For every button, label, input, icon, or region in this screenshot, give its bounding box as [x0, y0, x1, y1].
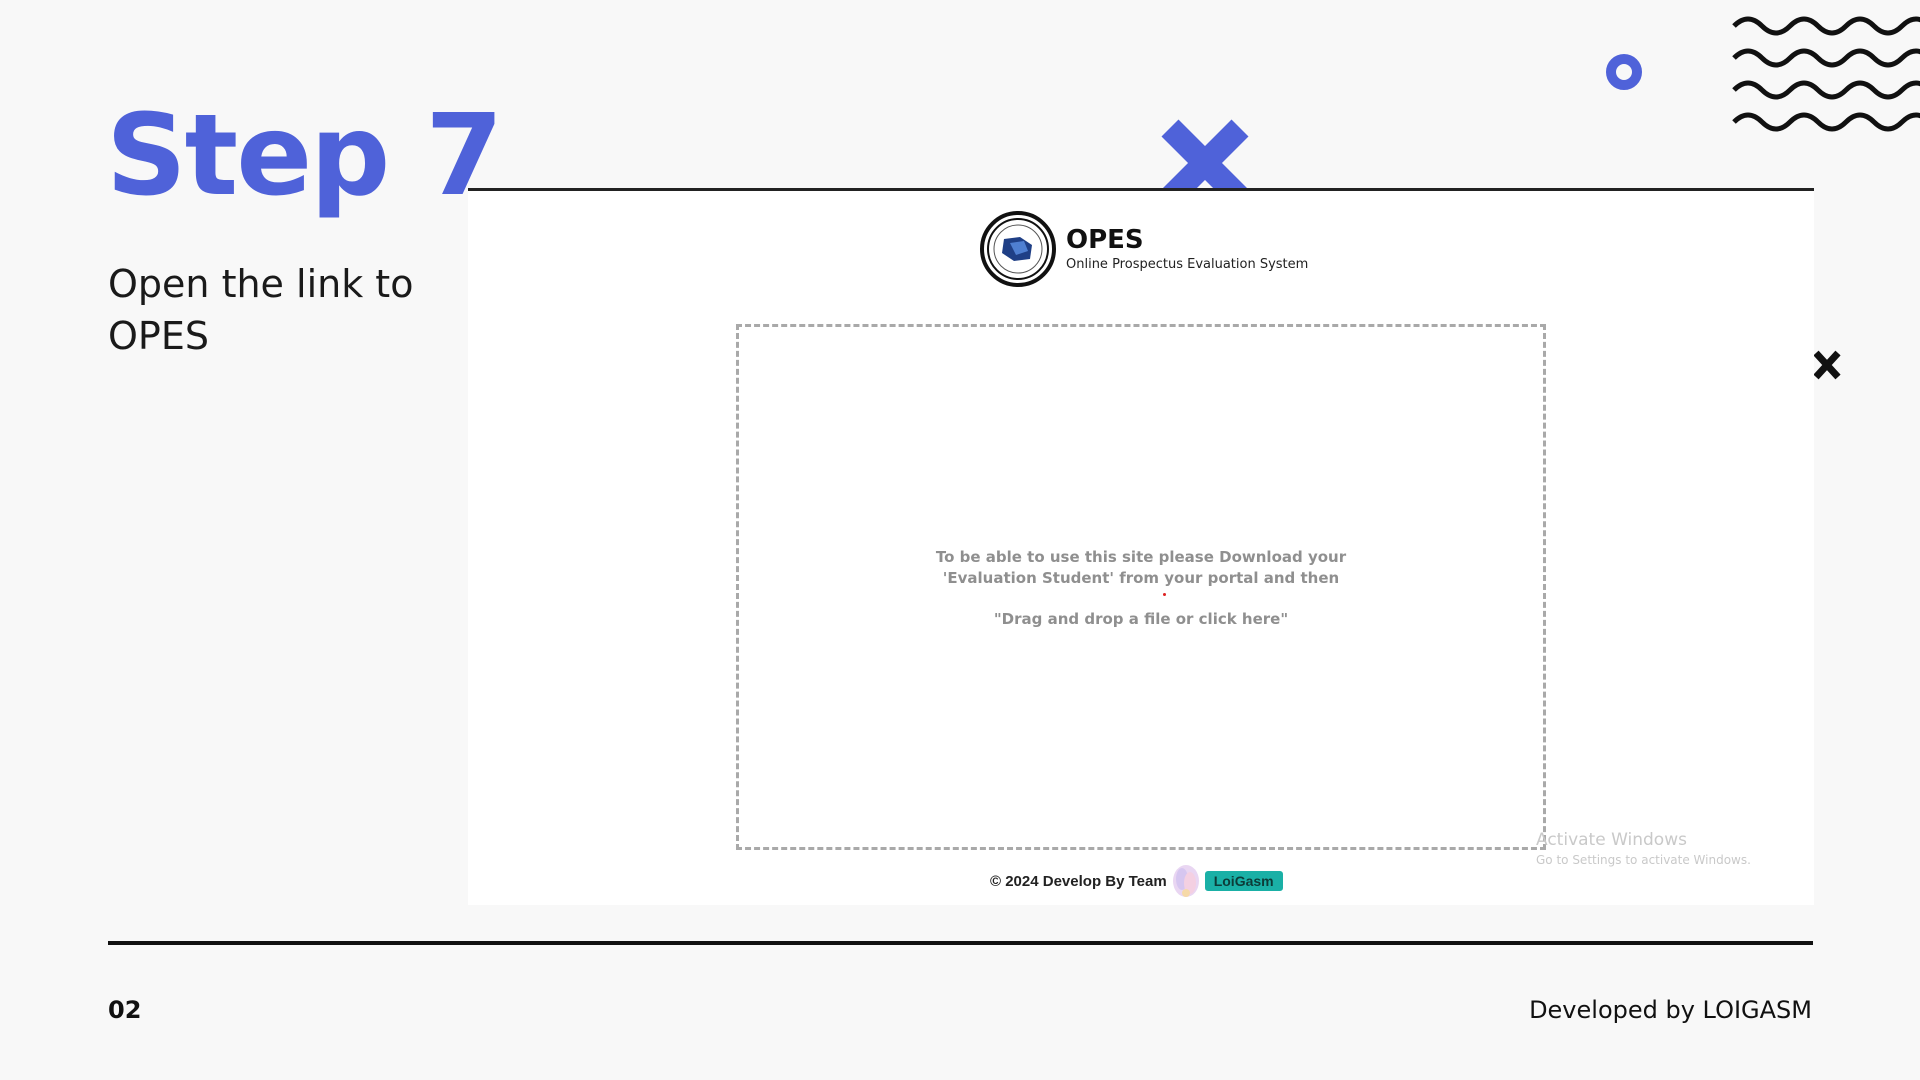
ring-icon: [1606, 54, 1642, 90]
team-logo-icon: [1171, 863, 1201, 899]
step-description: Open the link to OPES: [108, 262, 414, 358]
slide: Step 7 Open the link to OPES OPES Online…: [0, 0, 1920, 1080]
step-title: Step 7: [106, 91, 503, 221]
opes-header: OPES Online Prospectus Evaluation System: [980, 211, 1308, 287]
app-name: OPES: [1066, 225, 1144, 255]
activate-windows-subtitle: Go to Settings to activate Windows.: [1536, 853, 1751, 867]
top-divider: [468, 188, 1814, 191]
dropzone-line-3: "Drag and drop a file or click here": [993, 610, 1289, 628]
activate-windows-watermark: Activate Windows Go to Settings to activ…: [1536, 829, 1751, 869]
opes-seal-icon: [980, 211, 1056, 287]
page-number: 02: [108, 996, 142, 1024]
site-footer: © 2024 Develop By Team LoiGasm: [990, 863, 1283, 899]
file-dropzone[interactable]: To be able to use this site please Downl…: [736, 324, 1546, 850]
activate-windows-title: Activate Windows: [1536, 830, 1687, 850]
bottom-divider: [108, 941, 1813, 945]
dropzone-line-2: 'Evaluation Student' from your portal an…: [942, 569, 1340, 587]
dropzone-instructions: To be able to use this site please Downl…: [739, 547, 1543, 630]
blue-x-icon: [1158, 116, 1252, 190]
opes-title-block: OPES Online Prospectus Evaluation System: [1066, 224, 1308, 274]
copyright-text: © 2024 Develop By Team: [990, 872, 1167, 890]
black-x-icon: [1812, 349, 1842, 381]
app-subtitle: Online Prospectus Evaluation System: [1066, 257, 1309, 272]
team-badge[interactable]: LoiGasm: [1204, 871, 1283, 891]
dropzone-line-1: To be able to use this site please Downl…: [935, 548, 1347, 566]
opes-screenshot: OPES Online Prospectus Evaluation System…: [468, 191, 1814, 905]
waves-icon: [1732, 8, 1920, 158]
credit-text: Developed by LOIGASM: [1529, 996, 1812, 1024]
